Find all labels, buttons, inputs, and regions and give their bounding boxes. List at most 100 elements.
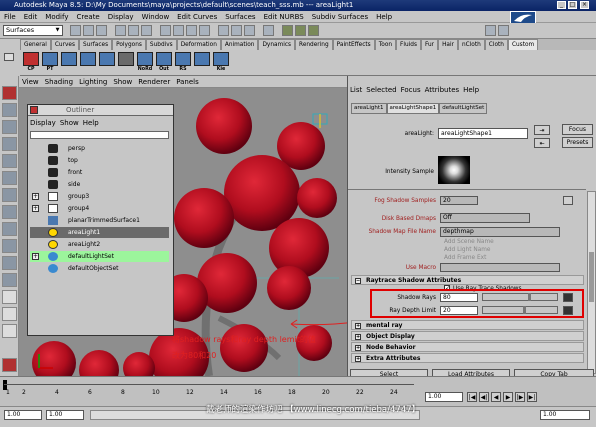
select-tool-icon[interactable] [2, 86, 17, 100]
disk-based-dropdown[interactable]: Off [440, 213, 530, 223]
scale-tool-icon[interactable] [2, 171, 17, 185]
layout-single-icon[interactable] [2, 239, 17, 253]
render-settings-icon[interactable] [308, 25, 319, 36]
menu-edit-nurbs[interactable]: Edit NURBS [260, 11, 308, 23]
kie-shelf-icon[interactable] [213, 52, 229, 66]
history-icon[interactable] [263, 25, 274, 36]
tab-hair[interactable]: Hair [438, 39, 458, 50]
select-object-icon[interactable] [128, 25, 139, 36]
menu-edit-curves[interactable]: Edit Curves [173, 11, 221, 23]
grid-shelf-icon-1[interactable] [61, 52, 77, 66]
outliner-filter-field[interactable] [30, 131, 169, 139]
use-macro-field[interactable] [440, 263, 560, 272]
cp-shelf-icon[interactable] [23, 52, 39, 66]
minimize-button[interactable]: _ [557, 1, 566, 9]
snap-curve-icon[interactable] [231, 25, 242, 36]
menuset-dropdown[interactable]: Surfaces ▼ [3, 25, 63, 36]
scrollbar-thumb[interactable] [589, 252, 594, 302]
current-time-field[interactable]: 1.00 [425, 392, 463, 402]
maximize-button[interactable]: □ [568, 1, 577, 9]
mental-ray-section[interactable]: + mental ray [351, 320, 584, 330]
ae-menu-list[interactable]: List [348, 84, 364, 96]
tab-toon[interactable]: Toon [374, 39, 397, 50]
script-editor-icon[interactable] [2, 358, 17, 372]
layout-graph-icon[interactable] [2, 307, 17, 321]
tab-animation[interactable]: Animation [220, 39, 259, 50]
time-slider[interactable]: 1 2 4 6 8 10 12 14 16 18 20 22 24 1.00 |… [0, 376, 596, 406]
tab-fur[interactable]: Fur [420, 39, 439, 50]
viewport-menu-view[interactable]: View [19, 76, 42, 88]
viewport-menu-panels[interactable]: Panels [173, 76, 202, 88]
outliner-item-persp[interactable]: persp [30, 143, 169, 154]
menu-subdiv-surfaces[interactable]: Subdiv Surfaces [308, 11, 372, 23]
shelf-menu-icon[interactable] [4, 53, 14, 61]
mask-surfaces-icon[interactable] [199, 25, 210, 36]
last-tool-icon[interactable] [2, 222, 17, 236]
outliner-menu-help[interactable]: Help [81, 117, 101, 130]
ae-menu-attributes[interactable]: Attributes [423, 84, 462, 96]
attribute-editor-scrollbar[interactable] [587, 191, 596, 374]
go-to-end-icon[interactable]: ▶| [527, 392, 537, 402]
tab-arealightshape1[interactable]: areaLightShape1 [386, 103, 440, 114]
expand-icon[interactable]: + [32, 253, 39, 260]
step-back-icon[interactable]: ◀| [479, 392, 489, 402]
tab-painteffects[interactable]: PaintEffects [332, 39, 375, 50]
tab-arealight1[interactable]: areaLight1 [351, 103, 387, 114]
step-forward-icon[interactable]: |▶ [515, 392, 525, 402]
tab-dynamics[interactable]: Dynamics [258, 39, 296, 50]
viewport-menu-renderer[interactable]: Renderer [135, 76, 173, 88]
ipr-render-icon[interactable] [295, 25, 306, 36]
outliner-item-group3[interactable]: + group3 [30, 191, 169, 202]
outliner-item-defaultobjectset[interactable]: defaultObjectSet [30, 263, 169, 274]
move-tool-icon[interactable] [2, 137, 17, 151]
outliner-item-arealight1[interactable]: areaLight1 [30, 227, 169, 238]
playback-start-field[interactable]: 1.00 [46, 410, 84, 420]
outliner-item-top[interactable]: top [30, 155, 169, 166]
map-button-icon[interactable] [563, 196, 573, 205]
node-name-field[interactable]: areaLightShape1 [438, 128, 528, 139]
viewport-menu-shading[interactable]: Shading [42, 76, 76, 88]
menu-help[interactable]: Help [372, 11, 396, 23]
node-behavior-section[interactable]: + Node Behavior [351, 342, 584, 352]
select-component-icon[interactable] [141, 25, 152, 36]
tab-deformation[interactable]: Deformation [176, 39, 221, 50]
expand-icon[interactable]: + [32, 205, 39, 212]
paint-select-tool-icon[interactable] [2, 120, 17, 134]
menu-file[interactable]: File [0, 11, 20, 23]
outliner-window[interactable]: Outliner Display Show Help persp top front… [27, 104, 174, 336]
mask-joints-icon[interactable] [173, 25, 184, 36]
menu-window[interactable]: Window [138, 11, 174, 23]
mesh-shelf-icon[interactable] [118, 52, 134, 66]
ae-menu-help[interactable]: Help [461, 84, 481, 96]
end-time-field[interactable]: 1.00 [540, 410, 590, 420]
menu-modify[interactable]: Modify [41, 11, 72, 23]
grid-shelf-icon-2[interactable] [80, 52, 96, 66]
tab-ncloth[interactable]: nCloth [457, 39, 485, 50]
layout-persp-outliner-icon[interactable] [2, 290, 17, 304]
soft-mod-tool-icon[interactable] [2, 205, 17, 219]
tab-rendering[interactable]: Rendering [295, 39, 333, 50]
range-start-field[interactable]: 1.00 [4, 410, 42, 420]
nord-shelf-icon[interactable] [137, 52, 153, 66]
toggle-attribute-editor-icon[interactable] [498, 25, 509, 36]
menu-display[interactable]: Display [104, 11, 138, 23]
save-scene-icon[interactable] [96, 25, 107, 36]
tab-curves[interactable]: Curves [50, 39, 79, 50]
focus-button[interactable]: Focus [562, 124, 593, 135]
tab-cloth[interactable]: Cloth [484, 39, 508, 50]
grid-shelf-icon-3[interactable] [99, 52, 115, 66]
tab-polygons[interactable]: Polygons [112, 39, 146, 50]
tab-subdivs[interactable]: Subdivs [145, 39, 177, 50]
close-button[interactable]: × [580, 1, 589, 9]
lasso-tool-icon[interactable] [2, 103, 17, 117]
extra-attributes-section[interactable]: + Extra Attributes [351, 353, 584, 363]
outliner-titlebar[interactable]: Outliner [28, 105, 173, 116]
outliner-item-group4[interactable]: + group4 [30, 203, 169, 214]
tab-custom[interactable]: Custom [507, 39, 539, 50]
tab-surfaces[interactable]: Surfaces [78, 39, 113, 50]
outliner-menu-show[interactable]: Show [58, 117, 81, 130]
viewport-menu-lighting[interactable]: Lighting [76, 76, 110, 88]
new-scene-icon[interactable] [70, 25, 81, 36]
render-icon[interactable] [282, 25, 293, 36]
select-hierarchy-icon[interactable] [115, 25, 126, 36]
